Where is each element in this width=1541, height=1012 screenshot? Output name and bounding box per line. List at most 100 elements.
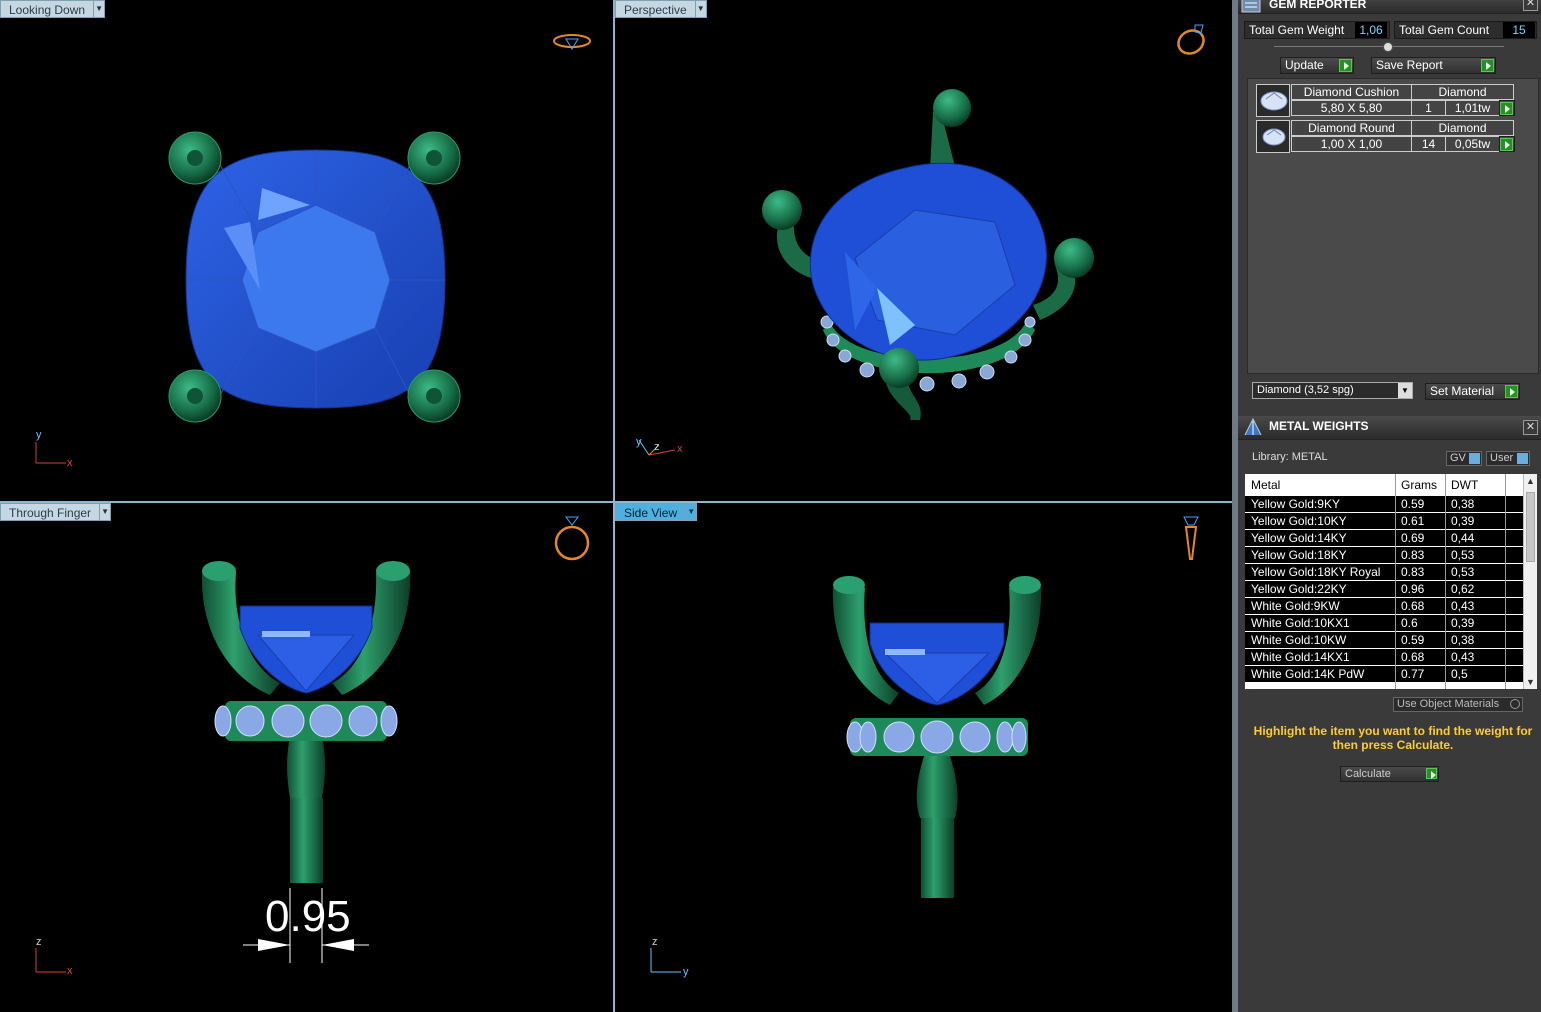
calculate-button[interactable]: Calculate: [1340, 766, 1439, 782]
table-row[interactable]: White Gold:14K PdW 0.77 0,5: [1245, 666, 1523, 683]
save-report-button[interactable]: Save Report: [1371, 57, 1496, 74]
side-panel: GEM REPORTER ✕ Total Gem Weight 1,06 Tot…: [1232, 0, 1541, 1012]
use-object-materials-toggle[interactable]: Use Object Materials: [1393, 697, 1523, 712]
table-row[interactable]: Yellow Gold:14KY 0.69 0,44: [1245, 530, 1523, 547]
metal-weights-titlebar: METAL WEIGHTS ✕: [1238, 416, 1541, 440]
metal-weights-table[interactable]: Metal Grams DWT Yellow Gold:9KY 0.59 0,38 Y…: [1245, 474, 1537, 689]
table-row[interactable]: White Gold:10KW 0.59 0,38: [1245, 632, 1523, 649]
chevron-down-icon[interactable]: ▼: [695, 0, 707, 18]
viewport-label-looking-down[interactable]: Looking Down ▼: [0, 0, 106, 18]
cell-metal: White Gold:9KW: [1251, 599, 1340, 613]
view-cube-perspective-icon[interactable]: [1171, 20, 1211, 60]
gem-count: 1: [1411, 100, 1446, 116]
table-row[interactable]: White Gold:14KX1 0.68 0,43: [1245, 649, 1523, 666]
scroll-up-icon[interactable]: ▲: [1526, 476, 1535, 486]
play-icon: [1481, 59, 1494, 72]
viewport-label-perspective[interactable]: Perspective ▼: [615, 0, 707, 18]
view-cube-side-icon[interactable]: [1178, 513, 1204, 567]
cell-metal: White Gold:14K PdW: [1251, 667, 1365, 681]
panel-slider-handle[interactable]: [1383, 42, 1393, 52]
gem-weight: 0,05tw: [1445, 136, 1500, 152]
table-scrollbar[interactable]: ▲ ▼: [1523, 474, 1537, 689]
cell-metal: Yellow Gold:18KY: [1251, 548, 1347, 562]
axis-label-y: y: [636, 436, 642, 448]
scale-icon: [1244, 417, 1262, 435]
diamond-round-icon: [1256, 120, 1290, 153]
table-row[interactable]: Yellow Gold:10KY 0.61 0,39: [1245, 513, 1523, 530]
cell-metal: Yellow Gold:22KY: [1251, 582, 1347, 596]
gem-material: Diamond: [1411, 84, 1514, 100]
gem-name: Diamond Round: [1291, 120, 1412, 136]
play-icon: [1339, 59, 1352, 72]
gv-toggle[interactable]: GV: [1446, 451, 1482, 466]
viewport-looking-down[interactable]: Looking Down ▼ y x: [0, 0, 613, 501]
cell-metal: White Gold:10KW: [1251, 633, 1347, 647]
cell-grams: 0.59: [1401, 497, 1425, 511]
axis-label-z: z: [654, 441, 660, 453]
axis-label-x: x: [677, 443, 683, 455]
column-header-dwt[interactable]: DWT: [1451, 478, 1478, 492]
gem-row-go-button[interactable]: [1499, 136, 1515, 152]
cell-dwt: 0,38: [1451, 497, 1475, 511]
viewport-label-side-view[interactable]: Side View ▼: [615, 503, 698, 521]
gem-row[interactable]: Diamond Cushion Diamond 5,80 X 5,80 1 1,…: [1256, 81, 1515, 117]
viewport-label-through-finger[interactable]: Through Finger ▼: [0, 503, 112, 521]
material-select[interactable]: Diamond (3,52 spg) ▼: [1252, 382, 1413, 399]
user-toggle[interactable]: User: [1486, 451, 1530, 466]
dimension-label: 0.95: [265, 892, 351, 941]
axis-label-y: y: [683, 966, 689, 978]
table-row[interactable]: Yellow Gold:18KY Royal 0.83 0,53: [1245, 564, 1523, 581]
axis-label-z: z: [652, 936, 658, 948]
perspective-render: [638, 89, 1094, 456]
cell-dwt: 0,62: [1451, 582, 1475, 596]
viewport-perspective[interactable]: Perspective ▼ y z x: [615, 0, 1232, 501]
scrollbar-thumb[interactable]: [1526, 492, 1535, 562]
cell-grams: 0.68: [1401, 599, 1425, 613]
cell-metal: White Gold:14KX1: [1251, 650, 1350, 664]
view-cube-top-icon[interactable]: [552, 30, 592, 54]
play-icon: [1500, 102, 1513, 115]
gem-reporter-titlebar: GEM REPORTER ✕: [1238, 0, 1541, 14]
gem-list[interactable]: Diamond Cushion Diamond 5,80 X 5,80 1 1,…: [1247, 78, 1539, 374]
viewport-side-view[interactable]: Side View ▼ z y: [615, 503, 1232, 1012]
gem-row[interactable]: Diamond Round Diamond 1,00 X 1,00 14 0,0…: [1256, 117, 1515, 153]
set-material-button[interactable]: Set Material: [1425, 383, 1520, 400]
gem-count: 14: [1411, 136, 1446, 152]
column-header-metal[interactable]: Metal: [1251, 478, 1280, 492]
table-row[interactable]: Yellow Gold:22KY 0.96 0,62: [1245, 581, 1523, 598]
chevron-down-icon[interactable]: ▼: [1398, 383, 1412, 398]
update-button[interactable]: Update: [1280, 57, 1354, 74]
gem-row-go-button[interactable]: [1499, 100, 1515, 116]
library-label: Library: METAL: [1252, 451, 1328, 463]
cell-grams: 0.59: [1401, 633, 1425, 647]
chevron-down-icon[interactable]: ▼: [686, 503, 698, 521]
cell-grams: 0.68: [1401, 650, 1425, 664]
cell-metal: White Gold:10KX1: [1251, 616, 1350, 630]
gem-reporter-title: GEM REPORTER: [1269, 0, 1367, 11]
chevron-down-icon[interactable]: ▼: [94, 0, 106, 18]
close-icon[interactable]: ✕: [1523, 420, 1538, 435]
axis-label-x: x: [67, 965, 73, 977]
close-icon[interactable]: ✕: [1523, 0, 1538, 11]
table-row[interactable]: Yellow Gold:18KY 0.83 0,53: [1245, 547, 1523, 564]
play-icon: [1426, 768, 1437, 779]
column-header-grams[interactable]: Grams: [1401, 478, 1437, 492]
view-cube-finger-icon[interactable]: [552, 513, 592, 563]
viewport-through-finger[interactable]: Through Finger ▼ 0.95 z x: [0, 503, 613, 1012]
cell-metal: Yellow Gold:9KY: [1251, 497, 1340, 511]
table-row[interactable]: White Gold:10KX1 0.6 0,39: [1245, 615, 1523, 632]
cell-grams: 0.96: [1401, 582, 1425, 596]
cell-grams: 0.69: [1401, 531, 1425, 545]
scroll-down-icon[interactable]: ▼: [1526, 677, 1535, 687]
table-row[interactable]: White Gold:9KW 0.68 0,43: [1245, 598, 1523, 615]
cell-dwt: 0,43: [1451, 650, 1475, 664]
table-header: Metal Grams DWT: [1245, 474, 1523, 496]
cell-grams: 0.61: [1401, 514, 1425, 528]
chevron-down-icon[interactable]: ▼: [100, 503, 112, 521]
radio-icon: [1510, 699, 1520, 709]
cell-dwt: 0,53: [1451, 565, 1475, 579]
diamond-cushion-icon: [1256, 84, 1290, 117]
table-row[interactable]: Yellow Gold:9KY 0.59 0,38: [1245, 496, 1523, 513]
gem-size: 5,80 X 5,80: [1291, 100, 1412, 116]
total-gem-weight-value: 1,06: [1355, 22, 1387, 38]
